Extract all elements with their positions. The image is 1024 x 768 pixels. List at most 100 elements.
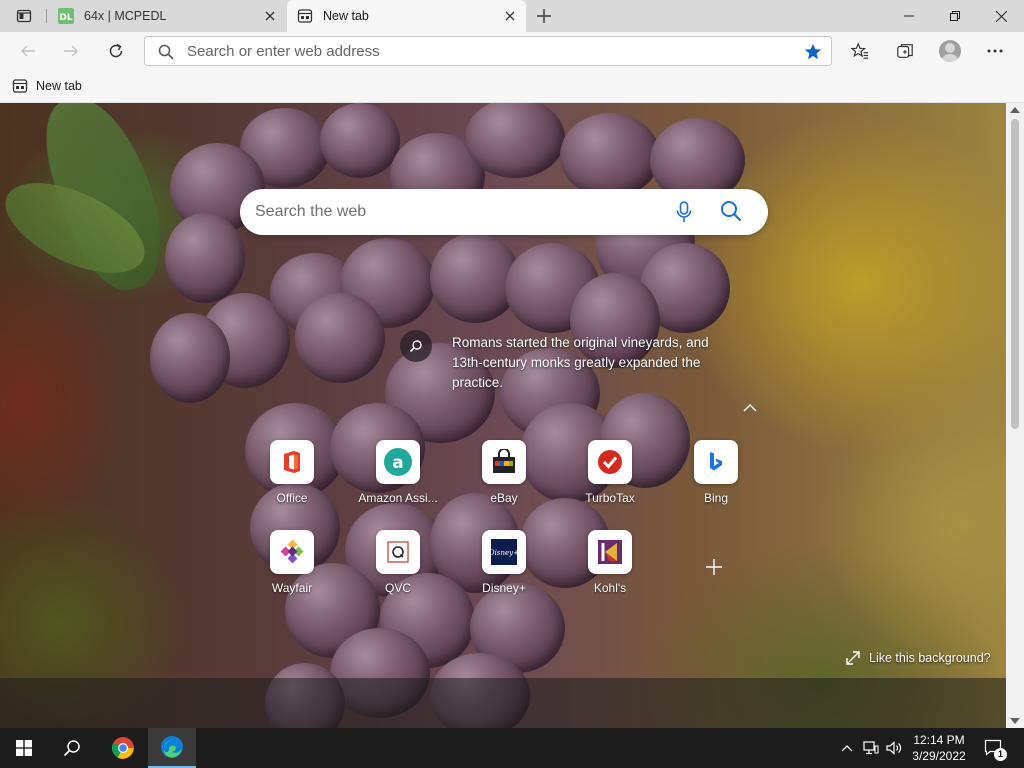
refresh-icon [109, 43, 123, 58]
quick-link-label: Wayfair [271, 581, 313, 595]
svg-text:Disney+: Disney+ [490, 549, 518, 557]
favorite-star-icon[interactable] [804, 43, 822, 61]
restore-button[interactable] [932, 0, 978, 32]
back-button[interactable] [14, 37, 42, 65]
settings-more-button[interactable] [981, 37, 1009, 65]
address-bar[interactable] [144, 36, 832, 66]
quick-link-label: Disney+ [482, 581, 526, 595]
favorites-button[interactable] [846, 37, 874, 65]
quick-link-ebay[interactable]: eBay [454, 440, 554, 520]
quick-link-label: eBay [490, 491, 518, 505]
background-fact-text[interactable]: Romans started the original vineyards, a… [452, 333, 712, 393]
clock-date: 3/29/2022 [912, 749, 966, 763]
tab-mcpedl[interactable]: DL 64x | MCPEDL [48, 0, 286, 32]
minimize-icon [904, 15, 914, 17]
tab-new-tab[interactable]: New tab [287, 0, 526, 32]
new-tab-favicon-icon [297, 8, 313, 24]
quick-link-office[interactable]: Office [242, 440, 342, 520]
microphone-icon[interactable] [676, 201, 692, 223]
turbotax-icon [588, 440, 632, 484]
quick-link-bing[interactable]: Bing [666, 440, 766, 520]
quick-link-label: Bing [703, 491, 729, 505]
like-background-label: Like this background? [869, 651, 991, 665]
new-tab-page: Romans started the original vineyards, a… [0, 103, 1006, 728]
address-input[interactable] [187, 41, 787, 61]
quick-link-label: Kohl's [593, 581, 627, 595]
quick-link-amazon-assistant[interactable]: a Amazon Assi... [348, 440, 448, 520]
taskbar-clock[interactable]: 12:14 PM 3/29/2022 [906, 732, 972, 764]
favorite-label: New tab [36, 79, 82, 93]
amazon-icon: a [376, 440, 420, 484]
forward-button[interactable] [57, 37, 85, 65]
page-scrollbar[interactable] [1006, 103, 1024, 728]
close-window-button[interactable] [978, 0, 1024, 32]
new-tab-button[interactable] [532, 4, 556, 28]
quick-link-kohls[interactable]: Kohl's [560, 530, 660, 610]
action-center-button[interactable]: 1 [982, 728, 1007, 768]
close-tab-icon[interactable] [262, 8, 278, 24]
add-quick-link-button[interactable] [700, 553, 728, 581]
web-search-box[interactable] [240, 189, 768, 235]
image-info-button[interactable] [400, 330, 432, 362]
tab-actions-menu-button[interactable] [6, 4, 42, 28]
quick-link-turbotax[interactable]: TurboTax [560, 440, 660, 520]
scroll-up-arrow-icon[interactable] [1010, 107, 1020, 113]
tab-title: New tab [323, 9, 369, 23]
collections-button[interactable] [891, 37, 919, 65]
plus-icon [706, 559, 722, 575]
back-arrow-icon [21, 45, 35, 57]
disney-plus-icon: Disney+ [482, 530, 526, 574]
like-background-link[interactable]: Like this background? [846, 651, 991, 665]
network-button[interactable] [861, 728, 881, 768]
quick-link-label: Amazon Assi... [358, 491, 438, 505]
edge-icon [161, 736, 183, 758]
scroll-down-arrow-icon[interactable] [1010, 718, 1020, 724]
search-icon [158, 44, 174, 60]
taskbar-edge-button[interactable] [148, 728, 196, 768]
scrollbar-thumb[interactable] [1011, 119, 1019, 429]
volume-button[interactable] [884, 728, 904, 768]
tab-title: 64x | MCPEDL [84, 9, 167, 23]
speaker-icon [886, 741, 902, 755]
bottom-overlay-band [0, 678, 1006, 728]
search-icon[interactable] [720, 200, 742, 222]
favorites-list-icon [851, 42, 869, 59]
quick-link-label: TurboTax [585, 491, 635, 505]
notification-count-badge: 1 [994, 748, 1007, 761]
magnifier-icon [409, 340, 422, 353]
taskbar-search-button[interactable] [48, 728, 96, 768]
minimize-button[interactable] [886, 0, 932, 32]
plus-icon [537, 9, 551, 23]
expand-icon [846, 651, 860, 665]
quick-link-label: Office [276, 491, 308, 505]
mcpedl-favicon-icon: DL [58, 8, 74, 24]
quick-link-disney-plus[interactable]: Disney+ Disney+ [454, 530, 554, 610]
tab-strip: DL 64x | MCPEDL New tab [0, 0, 1024, 32]
windows-logo-icon [16, 740, 32, 756]
quick-link-wayfair[interactable]: Wayfair [242, 530, 342, 610]
collapse-quicklinks-button[interactable] [742, 401, 758, 415]
svg-text:DL: DL [59, 13, 72, 23]
browser-toolbar [0, 32, 1024, 70]
office-icon [270, 440, 314, 484]
show-hidden-icons-button[interactable] [838, 728, 856, 768]
chevron-up-icon [841, 745, 853, 752]
web-search-input[interactable] [255, 201, 655, 223]
more-options-icon [987, 49, 1003, 53]
kohls-icon [588, 530, 632, 574]
taskbar-chrome-button[interactable] [99, 728, 147, 768]
favorite-item-new-tab[interactable]: New tab [12, 76, 82, 96]
start-button[interactable] [0, 728, 48, 768]
close-tab-icon[interactable] [502, 8, 518, 24]
quick-link-qvc[interactable]: QVC [348, 530, 448, 610]
chevron-up-icon [743, 404, 757, 412]
favorites-bar: New tab [0, 70, 1024, 103]
chrome-icon [112, 737, 134, 759]
close-icon [995, 10, 1007, 22]
collections-icon [897, 44, 913, 58]
search-icon [63, 740, 80, 757]
clock-time: 12:14 PM [913, 733, 965, 747]
profile-avatar[interactable] [939, 40, 961, 62]
restore-icon [950, 11, 960, 21]
refresh-button[interactable] [102, 37, 130, 65]
